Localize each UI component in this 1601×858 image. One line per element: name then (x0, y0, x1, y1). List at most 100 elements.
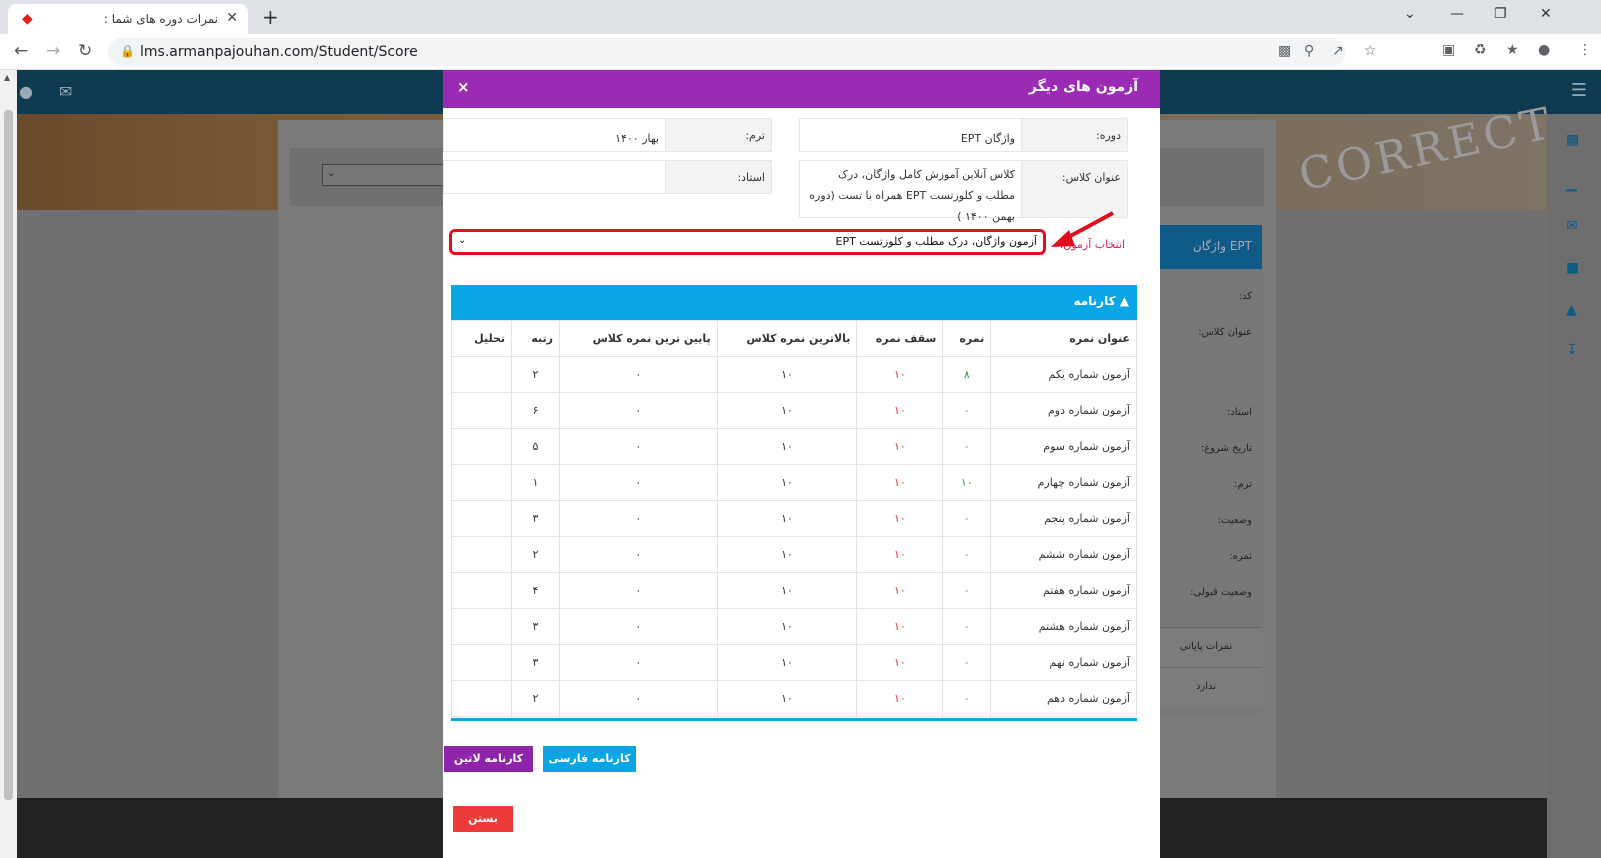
close-tab-icon[interactable]: ✕ (226, 10, 238, 26)
course-value: واژگان EPT (960, 132, 1015, 145)
row-rank: ۱ (511, 464, 560, 501)
tab-title: نمرات دوره های شما : (103, 12, 218, 26)
teacher-label: استاد: (665, 161, 771, 193)
modal-header: آزمون های دیگر × (443, 70, 1160, 108)
extension-badge-icon[interactable]: ▣ (1442, 42, 1455, 58)
row-highest: ۱۰ (716, 356, 858, 393)
row-lowest: ۰ (558, 536, 718, 573)
class-title-label: عنوان کلاس: (1021, 161, 1127, 217)
table-row: آزمون شماره هشتم ۰ ۱۰ ۱۰ ۰ ۳ (451, 608, 1137, 645)
mail-icon[interactable]: ✉ (59, 82, 72, 101)
bg-label-status: وضعیت: (1217, 515, 1252, 526)
row-analysis (451, 356, 512, 393)
minimize-icon[interactable]: — (1450, 6, 1464, 22)
translate-icon[interactable]: ▩ (1278, 43, 1291, 59)
row-max: ۱۰ (856, 500, 944, 537)
report-card-table: عنوان نمره نمره سقف نمره بالاترین نمره ک… (451, 320, 1137, 717)
row-lowest: ۰ (558, 608, 718, 645)
recycle-icon[interactable]: ♻ (1474, 42, 1487, 58)
browser-tab[interactable]: ◆ نمرات دوره های شما : ✕ (8, 4, 248, 34)
graduation-cap-icon: ▲ (1119, 294, 1129, 308)
address-bar[interactable]: 🔒 lms.armanpajouhan.com/Student/Score ▩ … (108, 38, 1377, 66)
chart-icon[interactable]: ▁ (1566, 176, 1577, 192)
modal-close-icon[interactable]: × (457, 78, 470, 96)
row-analysis (451, 644, 512, 681)
extensions-icon[interactable]: ★ (1506, 42, 1519, 58)
row-rank: ۵ (511, 428, 560, 465)
row-name: آزمون شماره نهم (990, 644, 1137, 681)
row-analysis (451, 500, 512, 537)
row-name: آزمون شماره یکم (990, 356, 1137, 393)
row-max: ۱۰ (856, 572, 944, 609)
back-icon[interactable]: ← (14, 41, 28, 61)
col-rank: رتبه (511, 320, 560, 357)
term-field: ترم: بهار ۱۴۰۰ (443, 118, 772, 152)
row-max: ۱۰ (856, 356, 944, 393)
reload-icon[interactable]: ↻ (78, 41, 92, 61)
row-highest: ۱۰ (716, 536, 858, 573)
row-analysis (451, 536, 512, 573)
kebab-menu-icon[interactable]: ⋮ (1578, 42, 1592, 58)
gem-favicon-icon: ◆ (22, 11, 33, 27)
row-max: ۱۰ (856, 428, 944, 465)
close-button[interactable]: بستن (453, 806, 513, 832)
row-highest: ۱۰ (716, 608, 858, 645)
new-tab-icon[interactable]: + (262, 5, 279, 29)
latin-report-button[interactable]: کارنامه لاتین (444, 746, 533, 772)
row-highest: ۱۰ (716, 464, 858, 501)
exam-select[interactable]: آزمون واژگان، درک مطلب و کلوزتست EPT ⌄ (449, 229, 1046, 255)
zoom-icon[interactable]: ⚲ (1304, 43, 1314, 59)
cart-icon[interactable]: ▲ (1566, 302, 1577, 318)
chevron-down-icon: ⌄ (458, 235, 467, 246)
row-max: ۱۰ (856, 608, 944, 645)
row-score: ۰ (942, 572, 992, 609)
course-field: دوره: واژگان EPT (799, 118, 1128, 152)
row-name: آزمون شماره هفتم (990, 572, 1137, 609)
red-arrow-annotation (1051, 211, 1114, 247)
browser-tabstrip: ◆ نمرات دوره های شما : ✕ + ⌄ — ❐ ✕ (0, 0, 1601, 34)
forward-icon[interactable]: → (46, 41, 60, 61)
row-score: ۰ (942, 536, 992, 573)
background-course-panel: واژگان EPT کد: عنوان کلاس: استاد: تاریخ … (1150, 225, 1262, 715)
row-lowest: ۰ (558, 464, 718, 501)
scroll-thumb[interactable] (4, 110, 13, 800)
money-icon[interactable]: ▩ (1566, 132, 1579, 148)
farsi-report-button[interactable]: کارنامه فارسی (543, 746, 636, 772)
row-lowest: ۰ (558, 392, 718, 429)
user-icon[interactable]: ● (19, 82, 33, 101)
teacher-value (444, 161, 665, 193)
term-value: بهار ۱۴۰۰ (615, 132, 659, 145)
row-lowest: ۰ (558, 500, 718, 537)
row-lowest: ۰ (558, 356, 718, 393)
row-name: آزمون شماره هشتم (990, 608, 1137, 645)
share-icon[interactable]: ↗ (1332, 43, 1344, 59)
table-row: آزمون شماره دهم ۰ ۱۰ ۱۰ ۰ ۲ (451, 680, 1137, 717)
bg-label-term: ترم: (1234, 479, 1252, 490)
row-highest: ۱۰ (716, 392, 858, 429)
hamburger-menu-icon[interactable]: ☰ (1571, 80, 1587, 101)
row-rank: ۲ (511, 356, 560, 393)
star-icon[interactable]: ☆ (1364, 43, 1377, 59)
row-score: ۱۰ (942, 464, 992, 501)
table-row: آزمون شماره ششم ۰ ۱۰ ۱۰ ۰ ۲ (451, 536, 1137, 573)
page-scrollbar[interactable]: ▲ (0, 70, 17, 858)
row-analysis (451, 608, 512, 645)
window-close-icon[interactable]: ✕ (1540, 6, 1552, 22)
row-lowest: ۰ (558, 680, 718, 717)
row-max: ۱۰ (856, 464, 944, 501)
tab-search-icon[interactable]: ⌄ (1404, 6, 1416, 22)
bg-label-teacher: استاد: (1226, 407, 1252, 418)
col-score: نمره (942, 320, 992, 357)
scroll-up-icon[interactable]: ▲ (4, 73, 10, 82)
row-analysis (451, 428, 512, 465)
profile-icon[interactable]: ● (1538, 42, 1550, 58)
row-lowest: ۰ (558, 572, 718, 609)
chevron-down-icon: ⌄ (327, 168, 336, 179)
table-header-row: عنوان نمره نمره سقف نمره بالاترین نمره ک… (451, 320, 1137, 357)
row-score: ۰ (942, 644, 992, 681)
download-icon[interactable]: ↧ (1566, 342, 1578, 358)
comment-icon[interactable]: ■ (1566, 260, 1579, 276)
envelope-icon[interactable]: ✉ (1566, 218, 1578, 234)
final-scores-button[interactable]: نمرات پایانی (1150, 627, 1262, 667)
restore-icon[interactable]: ❐ (1494, 6, 1507, 22)
